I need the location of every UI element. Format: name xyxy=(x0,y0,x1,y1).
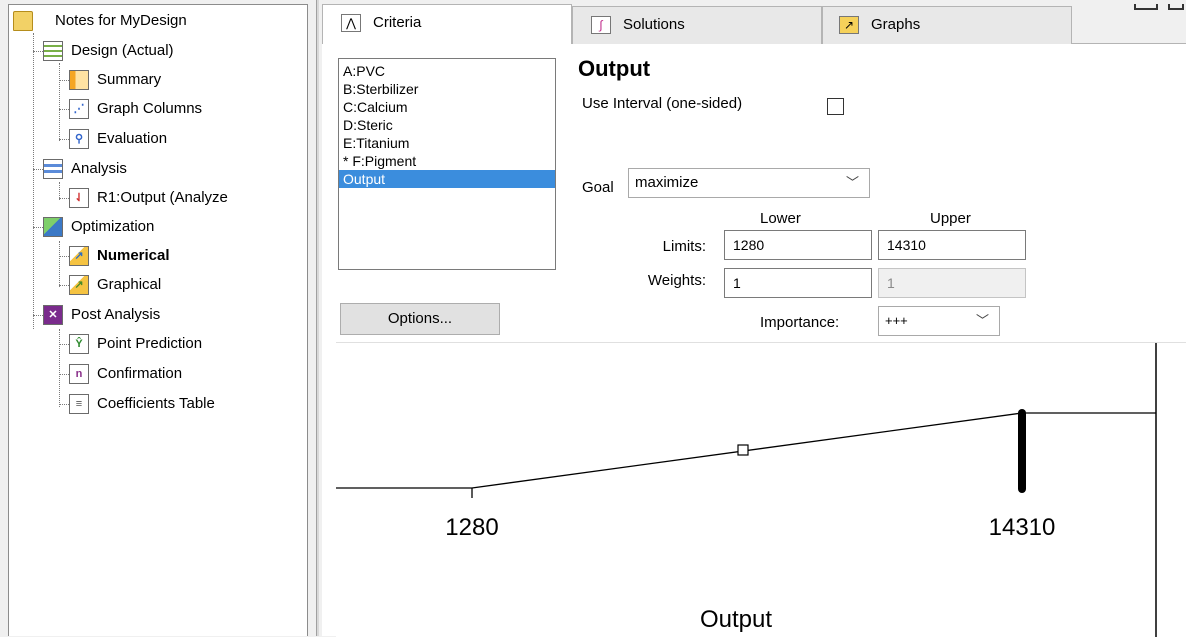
tree-item-optimization[interactable]: Optimization xyxy=(43,215,303,239)
criteria-icon: ⋀ xyxy=(341,14,361,32)
goal-label: Goal xyxy=(582,179,614,196)
tree-connector xyxy=(59,241,60,287)
current-value-handle[interactable] xyxy=(737,444,749,456)
upper-weight-input: 1 xyxy=(878,268,1026,298)
magnifier-icon: ⚲ xyxy=(69,129,89,149)
solutions-icon: ∫ xyxy=(591,16,611,34)
tab-criteria[interactable]: ⋀ Criteria xyxy=(322,4,572,45)
tree-item-label: Point Prediction xyxy=(97,335,203,352)
tree-item-label: Post Analysis xyxy=(71,306,161,323)
tree-connector xyxy=(59,329,60,407)
design-table-icon xyxy=(43,41,63,61)
tab-solutions[interactable]: ∫ Solutions xyxy=(572,6,822,44)
tree-root[interactable]: Notes for MyDesign xyxy=(13,9,303,33)
tree-item-summary[interactable]: Summary xyxy=(69,68,303,92)
splitter[interactable] xyxy=(316,0,319,636)
graph-columns-icon: ⋰ xyxy=(69,99,89,119)
point-prediction-icon: Ŷ xyxy=(69,334,89,354)
tab-label: Graphs xyxy=(871,16,921,33)
chevron-down-icon: ﹀ xyxy=(975,313,989,328)
tree-item-label: Confirmation xyxy=(97,365,183,382)
tab-label: Criteria xyxy=(373,14,422,31)
tree-item-confirmation[interactable]: n Confirmation xyxy=(69,362,303,386)
interval-label: Use Interval (one-sided) xyxy=(582,95,743,112)
criteria-title: Output xyxy=(578,56,651,81)
tree-item-label: Analysis xyxy=(71,160,127,177)
tree-root-label: Notes for MyDesign xyxy=(55,12,187,29)
tree-connector xyxy=(33,33,34,329)
summary-icon xyxy=(69,70,89,90)
response-icon: ⇃ xyxy=(69,188,89,208)
chevron-down-icon: ﹀ xyxy=(845,175,859,190)
tree-item-label: Evaluation xyxy=(97,130,168,147)
tab-bar: ⋀ Criteria ∫ Solutions ↗ Graphs xyxy=(322,4,1186,45)
tree-item-post-analysis[interactable]: ✕ Post Analysis xyxy=(43,303,303,327)
tree-item-label: Optimization xyxy=(71,218,155,235)
goal-value: maximize xyxy=(635,174,699,191)
importance-dropdown[interactable]: +++ ﹀ xyxy=(878,306,1000,336)
tree-item-coefficients-table[interactable]: ≡ Coefficients Table xyxy=(69,392,303,416)
window-control-icon[interactable] xyxy=(1168,4,1184,10)
lower-weight-input[interactable]: 1 xyxy=(724,268,872,298)
tree-item-evaluation[interactable]: ⚲ Evaluation xyxy=(69,127,303,151)
list-item[interactable]: E:Titanium xyxy=(339,134,555,152)
upper-column-label: Upper xyxy=(930,210,971,227)
options-button[interactable]: Options... xyxy=(340,303,500,335)
tree-item-label: Coefficients Table xyxy=(97,395,215,412)
list-item[interactable]: * F:Pigment xyxy=(339,152,555,170)
table-icon: ≡ xyxy=(69,394,89,414)
goal-dropdown[interactable]: maximize ﹀ xyxy=(628,168,870,198)
lower-tick-label: 1280 xyxy=(445,514,498,541)
tree-item-r1-output[interactable]: ⇃ R1:Output (Analyze xyxy=(69,186,303,210)
tree-item-label: Summary xyxy=(97,71,162,88)
tree-item-graphical[interactable]: ↗ Graphical xyxy=(69,273,303,297)
post-analysis-icon: ✕ xyxy=(43,305,63,325)
upper-tick-label: 14310 xyxy=(989,514,1056,541)
list-item[interactable]: B:Sterbilizer xyxy=(339,80,555,98)
optimization-icon xyxy=(43,217,63,237)
analysis-icon xyxy=(43,159,63,179)
upper-limit-input[interactable]: 14310 xyxy=(878,230,1026,260)
tab-label: Solutions xyxy=(623,16,685,33)
lower-column-label: Lower xyxy=(760,210,801,227)
importance-value: +++ xyxy=(885,313,908,328)
tree-item-analysis[interactable]: Analysis xyxy=(43,157,303,181)
confirmation-icon: n xyxy=(69,364,89,384)
importance-label: Importance: xyxy=(760,314,840,331)
numerical-icon: ↗ xyxy=(69,246,89,266)
weights-label: Weights: xyxy=(647,272,706,289)
limits-label: Limits: xyxy=(662,238,706,255)
factor-list[interactable]: A:PVC B:Sterbilizer C:Calcium D:Steric E… xyxy=(338,58,556,270)
tree-item-label: Graphical xyxy=(97,276,162,293)
use-interval-checkbox[interactable] xyxy=(827,98,844,115)
graphs-icon: ↗ xyxy=(839,16,859,34)
tree-item-graph-columns[interactable]: ⋰ Graph Columns xyxy=(69,97,303,121)
desirability-graph[interactable]: 1280 14310 Output xyxy=(336,342,1186,637)
tree-connector xyxy=(59,63,60,141)
lower-limit-input[interactable]: 1280 xyxy=(724,230,872,260)
tree-item-point-prediction[interactable]: Ŷ Point Prediction xyxy=(69,332,303,356)
tab-graphs[interactable]: ↗ Graphs xyxy=(822,6,1072,44)
tree-item-label: Graph Columns xyxy=(97,100,203,117)
graph-x-label: Output xyxy=(700,606,772,633)
desirability-graph-svg[interactable]: 1280 14310 Output xyxy=(336,343,1186,637)
tree-item-label: R1:Output (Analyze xyxy=(97,189,228,206)
tree-item-label: Numerical xyxy=(97,247,170,264)
tree-item-design-actual[interactable]: Design (Actual) xyxy=(43,39,303,63)
window-control-icon[interactable] xyxy=(1134,4,1158,10)
design-tree: Notes for MyDesign Design (Actual) Summa… xyxy=(8,4,308,636)
criteria-panel: A:PVC B:Sterbilizer C:Calcium D:Steric E… xyxy=(322,44,1186,637)
list-item[interactable]: A:PVC xyxy=(339,62,555,80)
tree-item-label: Design (Actual) xyxy=(71,42,174,59)
graphical-icon: ↗ xyxy=(69,275,89,295)
tree-item-numerical[interactable]: ↗ Numerical xyxy=(69,244,303,268)
folder-icon xyxy=(13,11,33,31)
list-item-selected[interactable]: Output xyxy=(339,170,555,188)
list-item[interactable]: C:Calcium xyxy=(339,98,555,116)
list-item[interactable]: D:Steric xyxy=(339,116,555,134)
